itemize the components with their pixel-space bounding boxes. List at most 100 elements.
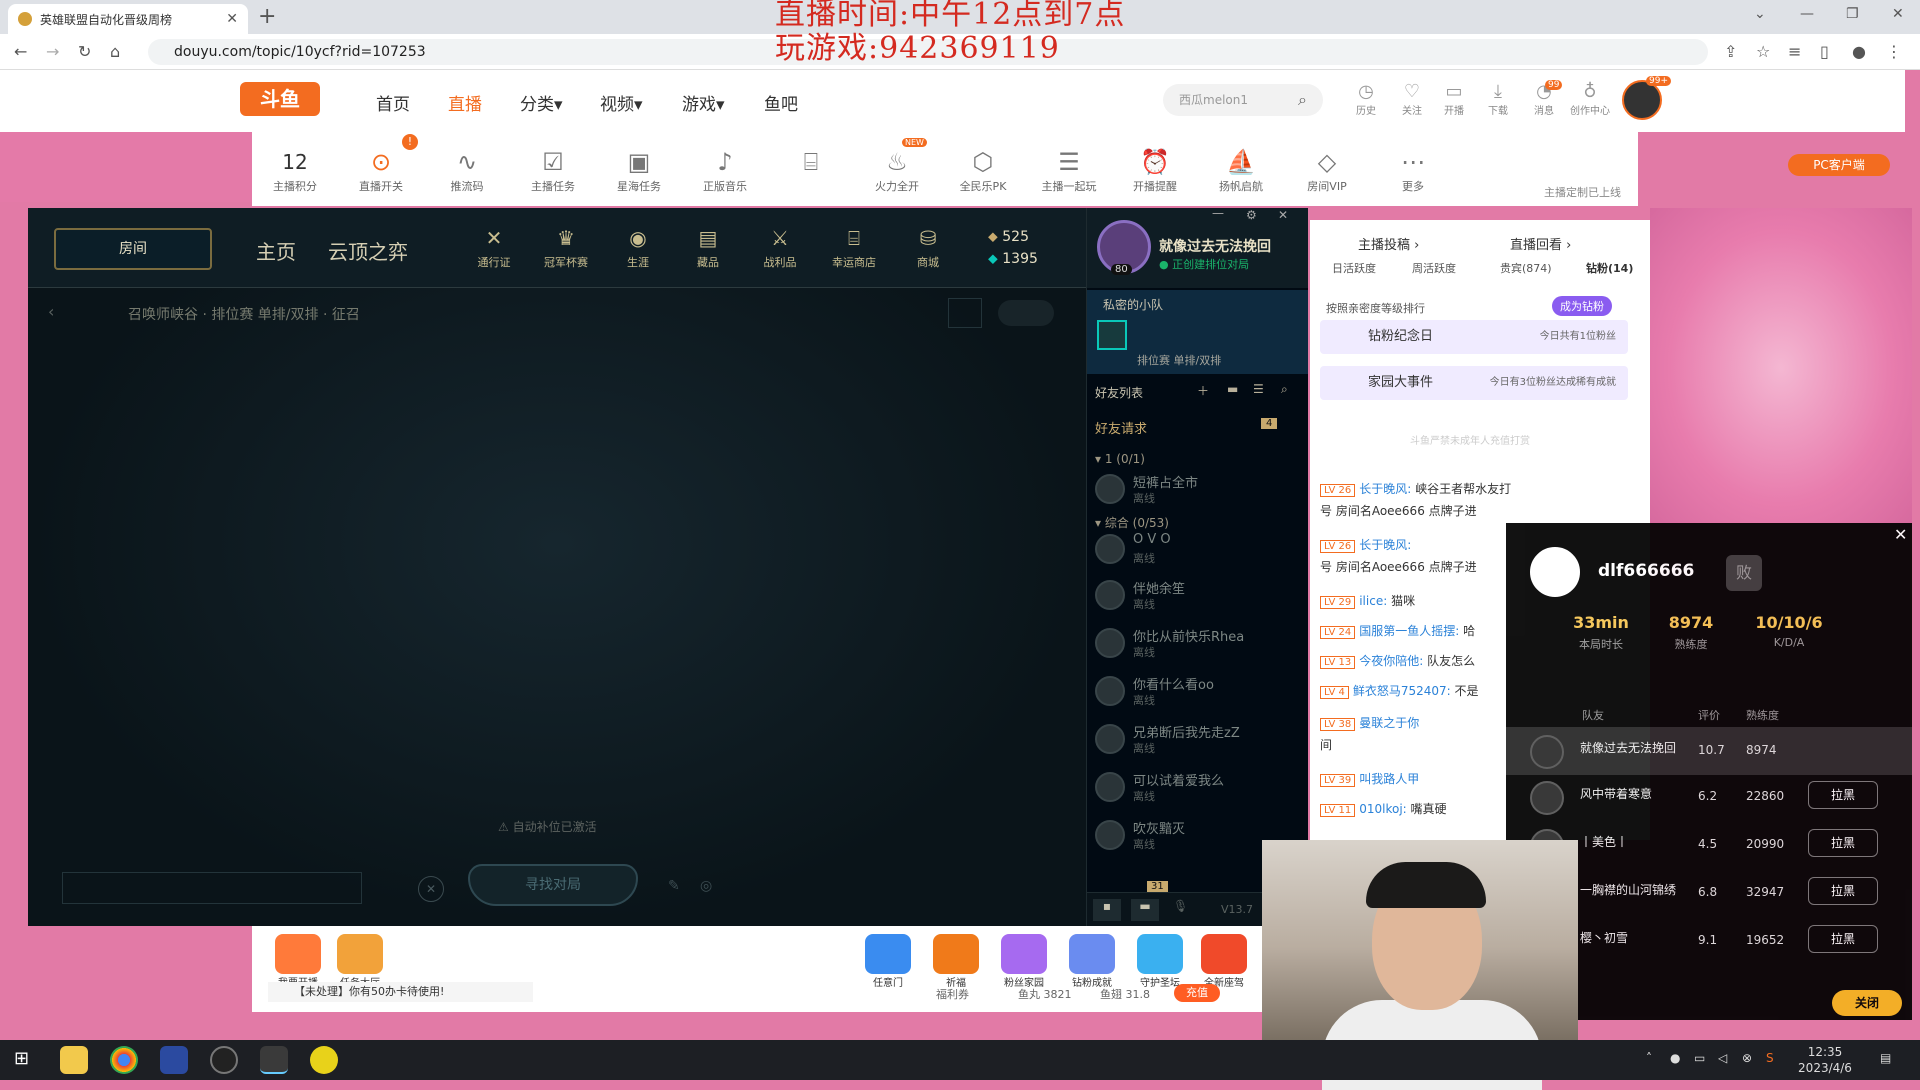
friend-item[interactable]: 你比从前快乐Rhea 离线 (1095, 624, 1305, 670)
tray-mic-icon[interactable]: ● (1670, 1050, 1680, 1066)
gift-pray[interactable]: 祈福 (926, 934, 986, 989)
back-arrow-icon[interactable]: ‹ (48, 302, 54, 321)
lol-store[interactable]: ⛁ 商城 (898, 226, 958, 270)
sail-button[interactable]: ⛵ 扬帆启航 (1206, 146, 1276, 194)
gift-diamond-achieve[interactable]: 钻粉成就 (1062, 934, 1122, 989)
sidebar-icon[interactable]: ▯ (1820, 42, 1829, 61)
tray-network-icon[interactable]: ▭ (1694, 1050, 1705, 1066)
nav-game[interactable]: 游戏▾ (682, 90, 725, 115)
chrome-icon[interactable] (110, 1046, 138, 1074)
restore-icon[interactable]: ❐ (1846, 6, 1859, 22)
sort-list-icon[interactable]: ☰ (1253, 382, 1264, 396)
group-1[interactable]: ▾ 1 (0/1) (1095, 452, 1145, 466)
forward-icon[interactable]: → (46, 42, 59, 61)
recharge-button[interactable]: 充值 (1174, 984, 1220, 1002)
friend-item[interactable]: 兄弟断后我先走zZ 离线 (1095, 720, 1305, 766)
friend-item[interactable]: 可以试着爱我么 离线 (1095, 768, 1305, 814)
fan-anniversary-banner[interactable]: 钻粉纪念日 今日共有1位粉丝 (1320, 320, 1628, 354)
block-button[interactable]: 拉黑 (1808, 925, 1878, 953)
history-button[interactable]: ◷ 历史 (1346, 82, 1386, 118)
block-button[interactable]: 拉黑 (1808, 877, 1878, 905)
friend-item[interactable]: 伴她余笙 离线 (1095, 576, 1305, 622)
block-button[interactable]: 拉黑 (1808, 781, 1878, 809)
emote-icon[interactable]: ◎ (700, 878, 712, 894)
nav-live[interactable]: 直播 (448, 90, 482, 115)
friend-item[interactable]: 短裤占全市 离线 (1095, 470, 1305, 516)
obs-icon[interactable] (210, 1046, 238, 1074)
lobby-button[interactable]: 房间 (54, 228, 212, 270)
tray-volume-icon[interactable]: ◁ (1718, 1050, 1727, 1066)
gift-portal[interactable]: 任意门 (858, 934, 918, 989)
app-icon[interactable] (160, 1046, 188, 1074)
tab-weekly[interactable]: 周活跃度 (1412, 260, 1456, 276)
home-events-banner[interactable]: 家园大事件 今日有3位粉丝达成稀有成就 (1320, 366, 1628, 400)
nav-category[interactable]: 分类▾ (520, 90, 563, 115)
lol-nav-home[interactable]: 主页 (256, 236, 296, 265)
close-tab-icon[interactable]: ✕ (226, 11, 238, 27)
chat-icon[interactable]: ▪ (1093, 899, 1121, 921)
clock[interactable]: 12:35 2023/4/6 (1790, 1044, 1860, 1076)
file-explorer-icon[interactable] (60, 1046, 88, 1074)
nav-video[interactable]: 视频▾ (600, 90, 643, 115)
browser-tab[interactable]: 英雄联盟自动化晋级周榜 ✕ (8, 4, 248, 34)
own-profile[interactable]: 80 就像过去无法挽回 ● 正创建排位对局 (1087, 208, 1308, 288)
tab-daily[interactable]: 日活跃度 (1332, 260, 1376, 276)
edit-icon[interactable]: ✎ (668, 878, 680, 894)
become-fan-button[interactable]: 成为钻粉 (1552, 296, 1612, 316)
bookmark-star-icon[interactable]: ☆ (1756, 42, 1770, 61)
menu-icon[interactable]: ⋮ (1886, 42, 1902, 61)
party-toggle[interactable] (998, 300, 1054, 326)
lol-collection[interactable]: ▤ 藏品 (678, 226, 738, 270)
gift-vehicle[interactable]: 全新座驾 (1194, 934, 1254, 989)
creator-center-button[interactable]: ♁ 创作中心 (1570, 82, 1610, 118)
more-button[interactable]: ⋯ 更多 (1378, 146, 1448, 194)
firepower-button[interactable]: ♨ 火力全开 (862, 146, 932, 194)
lol-loot[interactable]: ⚔ 战利品 (750, 226, 810, 270)
pc-client-button[interactable]: PC客户端 (1788, 154, 1890, 176)
back-icon[interactable]: ← (14, 42, 27, 61)
add-friend-icon[interactable]: ＋ (1197, 382, 1209, 399)
add-folder-icon[interactable]: ▬ (1227, 382, 1238, 396)
group-2[interactable]: ▾ 综合 (0/53) (1095, 514, 1169, 531)
live-toggle[interactable]: ⊙ 直播开关 (346, 146, 416, 194)
windows-start-icon[interactable]: ⊞ (14, 1048, 29, 1069)
messages-icon[interactable]: ▬ (1131, 899, 1159, 921)
anchor-submit-link[interactable]: 主播投稿 › (1358, 234, 1419, 253)
task-hall-gift[interactable]: 任务大厅 (330, 934, 390, 989)
friend-search-icon[interactable]: ⌕ (1281, 382, 1288, 397)
friend-requests[interactable]: 好友请求 (1095, 418, 1147, 437)
game-assistant-icon[interactable] (310, 1046, 338, 1074)
mic-icon[interactable]: 🎙 (1173, 899, 1188, 913)
gift-fan-home[interactable]: 粉丝家园 (994, 934, 1054, 989)
notification-icon[interactable]: ▤ (1880, 1050, 1891, 1066)
reload-icon[interactable]: ↻ (78, 42, 91, 61)
download-button[interactable]: ⤓ 下载 (1478, 82, 1518, 118)
find-match-button[interactable]: 寻找对局 (468, 864, 638, 906)
anchor-score[interactable]: 12 主播积分 (260, 146, 330, 194)
tray-chevron-icon[interactable]: ˄ (1646, 1050, 1652, 1066)
nav-home[interactable]: 首页 (376, 90, 410, 115)
pk-button[interactable]: ⬡ 全民乐PK (948, 146, 1018, 194)
lol-pass[interactable]: ✕ 通行证 (464, 226, 524, 270)
gift-button[interactable]: ⌸ (776, 146, 846, 178)
lol-taskbar-icon[interactable] (260, 1046, 288, 1074)
follow-button[interactable]: ♡ 关注 (1392, 82, 1432, 118)
minimize-icon[interactable]: — (1800, 6, 1814, 22)
close-window-icon[interactable]: ✕ (1892, 6, 1904, 22)
music-button[interactable]: ♪ 正版音乐 (690, 146, 760, 194)
home-icon[interactable]: ⌂ (110, 42, 120, 61)
lol-minimize-icon[interactable]: — (1212, 208, 1224, 220)
play-together-button[interactable]: ☰ 主播一起玩 (1034, 146, 1104, 194)
lobby-chat-input[interactable] (62, 872, 362, 904)
douyu-logo[interactable]: 斗鱼 (240, 82, 320, 116)
nav-fishbar[interactable]: 鱼吧 (764, 90, 798, 115)
stream-key-button[interactable]: ∿ 推流码 (432, 146, 502, 194)
tab-vip[interactable]: 贵宾(874) (1500, 260, 1552, 276)
lol-profile[interactable]: ◉ 生涯 (608, 226, 668, 270)
share-icon[interactable]: ⇪ (1724, 42, 1737, 61)
lol-settings-icon[interactable]: ⚙ (1246, 208, 1257, 222)
tray-app-icon[interactable]: ⊗ (1742, 1050, 1752, 1066)
tab-search-icon[interactable]: ⌄ (1754, 6, 1766, 22)
live-reminder-button[interactable]: ⏰ 开播提醒 (1120, 146, 1190, 194)
search-icon[interactable]: ⌕ (1298, 90, 1307, 110)
